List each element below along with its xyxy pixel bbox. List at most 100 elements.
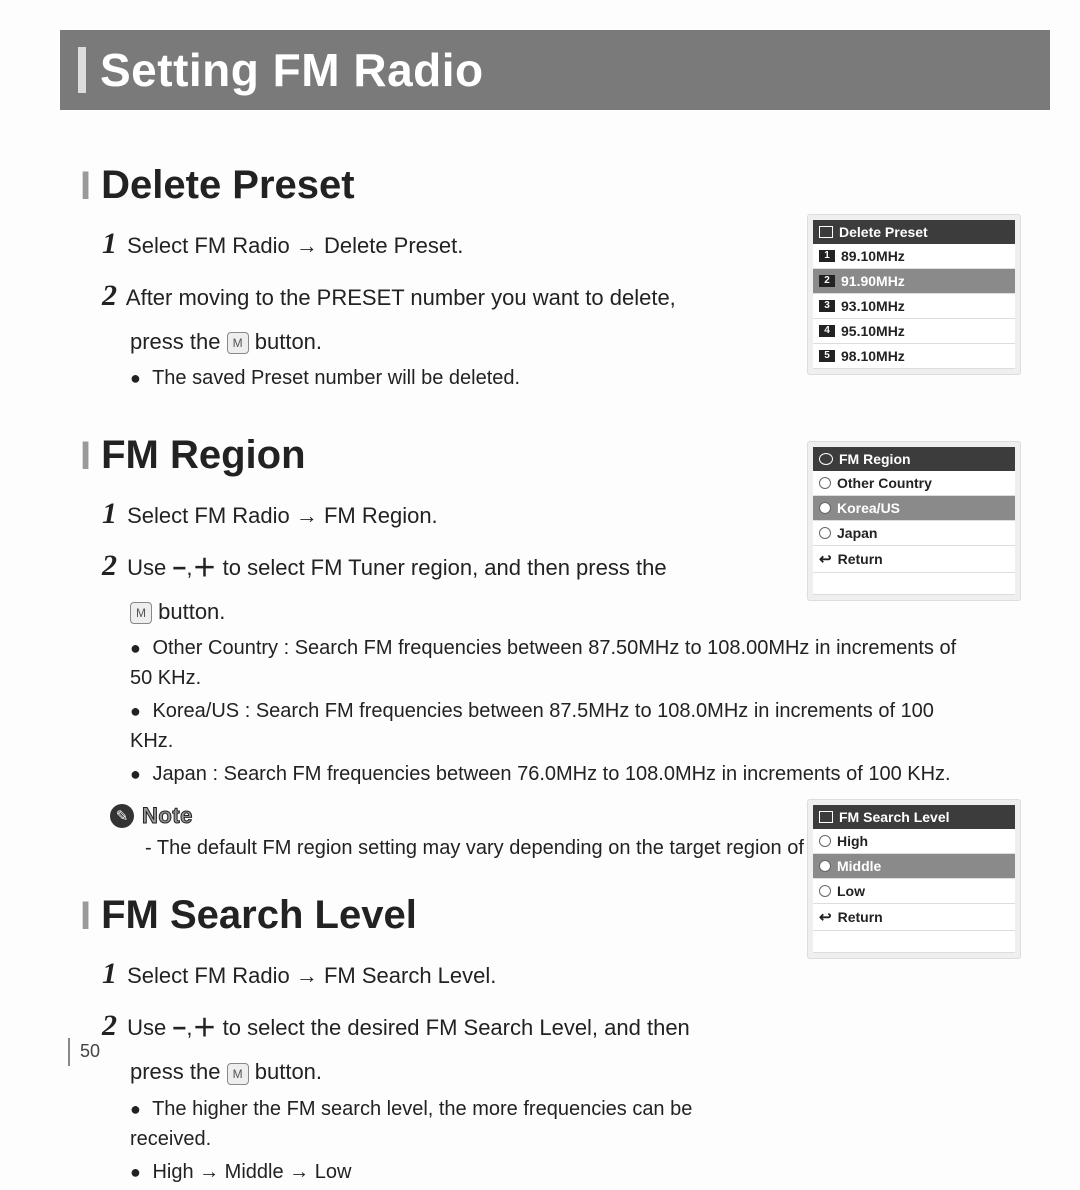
- list-item-label: High: [837, 833, 868, 849]
- step-text: Select FM Radio → Delete Preset.: [127, 233, 463, 258]
- globe-icon: [819, 453, 833, 465]
- page-title: Setting FM Radio: [100, 43, 484, 97]
- heading-accent-icon: I: [80, 436, 91, 476]
- step-number-2: 2: [102, 1009, 117, 1042]
- heading-accent-icon: I: [80, 896, 91, 936]
- bullet-text: The higher the FM search level, the more…: [130, 1098, 692, 1150]
- list-item: ↩Return: [813, 546, 1015, 573]
- bullet-text: The saved Preset number will be deleted.: [152, 367, 520, 389]
- list-item-label: Return: [838, 909, 883, 925]
- bullet-text: High → Middle → Low: [152, 1161, 351, 1183]
- bullet-icon: ●: [130, 764, 141, 784]
- step-text: button.: [255, 1059, 322, 1084]
- note-label: Note: [142, 803, 193, 829]
- bullet: ● The saved Preset number will be delete…: [130, 363, 750, 393]
- list-item-label: Return: [838, 551, 883, 567]
- step-number-1: 1: [102, 957, 117, 990]
- list-item-selected: 291.90MHz: [813, 269, 1015, 294]
- list-item-label: Other Country: [837, 475, 932, 491]
- list-item-label: 93.10MHz: [841, 298, 905, 314]
- heading-text: Delete Preset: [101, 163, 354, 208]
- list-item: Low: [813, 879, 1015, 904]
- step-continuation: press the M button.: [130, 1054, 750, 1089]
- bullet: ● Other Country : Search FM frequencies …: [130, 633, 980, 693]
- step-text: to select the desired FM Search Level, a…: [223, 1015, 690, 1040]
- fm-region-screen: FM Region Other Country Korea/US Japan ↩…: [808, 442, 1020, 600]
- step: 2 Use −,＋ to select the desired FM Searc…: [102, 1002, 750, 1050]
- bullet-icon: ●: [130, 368, 141, 388]
- preset-num-icon: 1: [819, 250, 835, 262]
- bullet-icon: ●: [130, 1099, 141, 1119]
- list-item: 1 89.10MHz: [813, 244, 1015, 269]
- list-item-label: Low: [837, 883, 865, 899]
- list-item-empty: [813, 931, 1015, 953]
- radio-icon: [819, 835, 831, 847]
- section-delete-preset: I Delete Preset: [80, 163, 1025, 208]
- screen-title: Delete Preset: [839, 224, 928, 240]
- plus-icon: ＋: [193, 1015, 217, 1042]
- step-number-2: 2: [102, 549, 117, 582]
- step: 2 After moving to the PRESET number you …: [102, 272, 750, 320]
- list-item-label: Middle: [837, 858, 881, 874]
- bullet: ● The higher the FM search level, the mo…: [130, 1094, 750, 1154]
- preset-num-icon: 5: [819, 350, 835, 362]
- search-level-icon: [819, 811, 833, 823]
- step: 1 Select FM Radio → FM Region.: [102, 490, 750, 538]
- list-item: 393.10MHz: [813, 294, 1015, 319]
- step-text: to select FM Tuner region, and then pres…: [223, 555, 667, 580]
- preset-num-icon: 4: [819, 325, 835, 337]
- page-header: Setting FM Radio: [60, 30, 1050, 110]
- radio-icon: [819, 502, 831, 514]
- page-number: 50: [80, 1041, 100, 1062]
- list-item: High: [813, 829, 1015, 854]
- screen-titlebar: FM Region: [813, 447, 1015, 471]
- radio-icon: [819, 527, 831, 539]
- trash-icon: [819, 226, 833, 238]
- step: 1 Select FM Radio → Delete Preset.: [102, 220, 750, 268]
- header-accent: [78, 47, 86, 93]
- step-text: Select FM Radio → FM Search Level.: [127, 963, 496, 988]
- page-number-rule: [68, 1038, 70, 1066]
- list-item-empty: [813, 573, 1015, 595]
- list-item: Japan: [813, 521, 1015, 546]
- bullet-text: Other Country : Search FM frequencies be…: [130, 637, 956, 689]
- bullet: ● Korea/US : Search FM frequencies betwe…: [130, 696, 980, 756]
- list-item: 5 98.10MHz: [813, 344, 1015, 369]
- list-item-label: 98.10MHz: [841, 348, 905, 364]
- return-icon: ↩: [819, 908, 832, 926]
- list-item-label: Korea/US: [837, 500, 900, 516]
- step: 1 Select FM Radio → FM Search Level.: [102, 950, 750, 998]
- step-text: button.: [158, 599, 225, 624]
- preset-num-icon: 2: [819, 275, 835, 287]
- heading-text: FM Region: [101, 433, 305, 478]
- heading-text: FM Search Level: [101, 893, 417, 938]
- bullet: ● High → Middle → Low: [130, 1157, 750, 1187]
- list-item: Other Country: [813, 471, 1015, 496]
- list-item-label: 95.10MHz: [841, 323, 905, 339]
- step-text: press the: [130, 1059, 221, 1084]
- list-item: 4 95.10MHz: [813, 319, 1015, 344]
- step-continuation: M button.: [130, 594, 750, 629]
- minus-icon: −: [172, 555, 186, 582]
- minus-icon: −: [172, 1015, 186, 1042]
- radio-icon: [819, 477, 831, 489]
- m-button-icon: M: [227, 332, 249, 354]
- step-text: button.: [255, 329, 322, 354]
- pencil-note-icon: ✎: [110, 804, 134, 828]
- bullet-text: Japan : Search FM frequencies between 76…: [152, 763, 950, 785]
- bullet-icon: ●: [130, 638, 141, 658]
- step-text: press the: [130, 329, 221, 354]
- step-continuation: press the M button.: [130, 324, 750, 359]
- step-number-1: 1: [102, 497, 117, 530]
- radio-icon: [819, 885, 831, 897]
- heading-accent-icon: I: [80, 166, 91, 206]
- list-item-selected: Korea/US: [813, 496, 1015, 521]
- step-text: After moving to the PRESET number you wa…: [126, 285, 676, 310]
- list-item-label: 89.10MHz: [841, 248, 905, 264]
- bullet-icon: ●: [130, 1162, 141, 1182]
- list-item-selected: Middle: [813, 854, 1015, 879]
- step-number-2: 2: [102, 279, 117, 312]
- bullet-icon: ●: [130, 701, 141, 721]
- screen-title: FM Search Level: [839, 809, 950, 825]
- bullet: ● Japan : Search FM frequencies between …: [130, 759, 980, 789]
